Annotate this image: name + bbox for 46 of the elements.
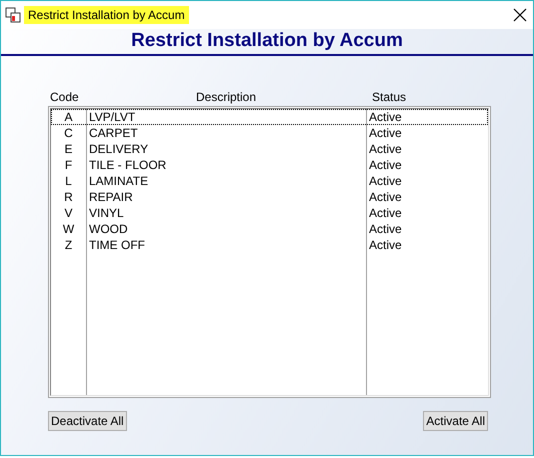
table-cell-text: VINYL (88, 206, 125, 220)
close-icon[interactable] (513, 8, 527, 22)
table-cell-text: V (63, 206, 74, 220)
list-row[interactable]: L LAMINATE Active (51, 173, 488, 189)
dialog-heading: Restrict Installation by Accum (131, 30, 403, 51)
table-cell-text: DELIVERY (88, 142, 150, 156)
table-cell-text: LVP/LVT (88, 110, 136, 124)
column-header: Code (49, 90, 80, 104)
list-row[interactable]: C CARPET Active (51, 125, 488, 141)
table-cell-text: CARPET (88, 126, 139, 140)
code-list[interactable]: A LVP/LVT Active C CARPET Active E DELIVERY Active F TILE - FLOOR Active L LAMINATE Active R REPAIR Active V VINYL Active W WOOD Active Z TIME OFF Active (48, 106, 491, 398)
table-cell-text: TILE - FLOOR (88, 158, 168, 172)
table-cell-text: Active (368, 190, 403, 204)
table-cell-text: R (63, 190, 74, 204)
table-cell-text: Active (368, 206, 403, 220)
table-cell-text: Active (368, 142, 403, 156)
table-cell-text: Active (368, 222, 403, 236)
column-header: Status (371, 90, 408, 104)
list-row[interactable]: E DELIVERY Active (51, 141, 488, 157)
table-cell-text: Active (368, 174, 403, 188)
list-row[interactable]: F TILE - FLOOR Active (51, 157, 488, 173)
table-cell-text: Active (368, 158, 403, 172)
list-row[interactable]: Z TIME OFF Active (51, 237, 488, 253)
table-cell-text: Active (368, 238, 403, 252)
table-cell-text: C (63, 126, 74, 140)
list-row[interactable]: R REPAIR Active (51, 189, 488, 205)
column-header: Description (194, 90, 258, 104)
list-row[interactable]: V VINYL Active (51, 205, 488, 221)
table-cell-text: WOOD (88, 222, 129, 236)
table-cell-text: F (64, 158, 74, 172)
table-cell-text: A (63, 110, 74, 124)
table-cell-text: E (63, 142, 74, 156)
table-cell-text: L (64, 174, 73, 188)
list-row-focus[interactable]: A LVP/LVT Active (51, 109, 488, 125)
list-row[interactable]: W WOOD Active (51, 221, 488, 237)
table-cell-text: LAMINATE (88, 174, 150, 188)
table-cell-text: Active (368, 126, 403, 140)
app-icon (5, 7, 21, 23)
table-cell-text: Z (64, 238, 74, 252)
window-title: Restrict Installation by Accum (24, 6, 189, 24)
action-button[interactable]: Deactivate All (48, 411, 127, 431)
table-cell-text: TIME OFF (88, 238, 146, 252)
table-cell-text: REPAIR (88, 190, 134, 204)
table-cell-text: Active (368, 110, 403, 124)
table-cell-text: W (62, 222, 76, 236)
action-button[interactable]: Activate All (423, 411, 488, 431)
